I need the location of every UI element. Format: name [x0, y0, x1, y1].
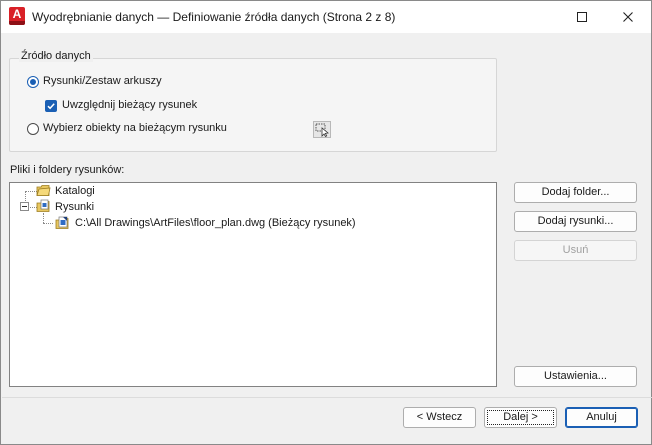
maximize-button[interactable]: [559, 1, 605, 33]
radio-select-objects-label[interactable]: Wybierz obiekty na bieżącym rysunku: [43, 122, 227, 134]
include-current-drawing-checkbox[interactable]: [45, 100, 57, 112]
select-objects-icon: [315, 123, 329, 137]
drawing-file-icon: [55, 216, 69, 229]
autocad-app-icon: A: [9, 7, 25, 25]
include-current-drawing-label[interactable]: Uwzględnij bieżący rysunek: [62, 99, 197, 111]
drawing-files-folders-label: Pliki i foldery rysunków:: [10, 164, 125, 176]
tree-item-catalogs[interactable]: Katalogi: [55, 185, 95, 197]
cancel-button[interactable]: Anuluj: [565, 407, 638, 428]
radio-drawings-sheet-set[interactable]: [27, 76, 39, 88]
drawing-files-tree[interactable]: Katalogi Rysunki C:\All Drawings\ArtFile…: [9, 182, 497, 387]
radio-drawings-sheet-set-label[interactable]: Rysunki/Zestaw arkuszy: [43, 75, 162, 87]
back-button[interactable]: < Wstecz: [403, 407, 476, 428]
tree-line: [43, 213, 44, 223]
maximize-icon: [577, 12, 587, 22]
checkmark-icon: [47, 103, 55, 110]
tree-item-drawings[interactable]: Rysunki: [55, 201, 94, 213]
settings-button[interactable]: Ustawienia...: [514, 366, 637, 387]
tree-line: [43, 223, 53, 224]
footer-separator: [2, 397, 652, 398]
folder-catalog-icon: [36, 185, 51, 196]
drawings-icon: [36, 199, 50, 212]
dialog-window: A Wyodrębnianie danych — Definiowanie źr…: [0, 0, 652, 445]
close-icon: [623, 12, 633, 22]
close-button[interactable]: [605, 1, 651, 33]
title-bar: A Wyodrębnianie danych — Definiowanie źr…: [1, 1, 651, 33]
add-drawings-button[interactable]: Dodaj rysunki...: [514, 211, 637, 232]
remove-button[interactable]: Usuń: [514, 240, 637, 261]
next-button[interactable]: Dalej >: [484, 407, 557, 428]
data-source-group-label: Źródło danych: [19, 50, 93, 62]
select-objects-button[interactable]: [313, 121, 331, 138]
tree-collapse-toggle[interactable]: [20, 202, 29, 211]
radio-select-objects[interactable]: [27, 123, 39, 135]
window-title: Wyodrębnianie danych — Definiowanie źród…: [32, 10, 396, 24]
tree-item-floor-plan[interactable]: C:\All Drawings\ArtFiles\floor_plan.dwg …: [75, 217, 356, 229]
add-folder-button[interactable]: Dodaj folder...: [514, 182, 637, 203]
